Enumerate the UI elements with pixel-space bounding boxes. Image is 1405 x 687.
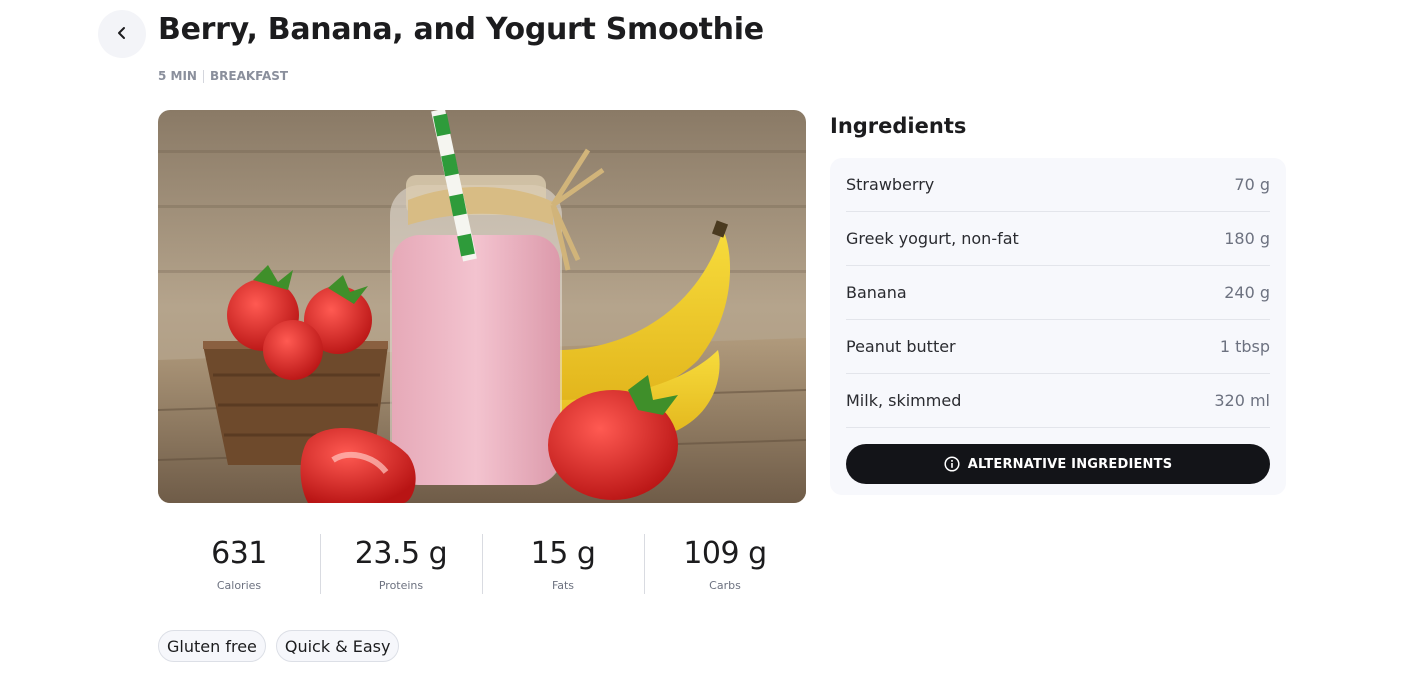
- stat-label: Proteins: [378, 579, 424, 592]
- stat-value: 109 g: [683, 536, 767, 571]
- stat-label: Carbs: [709, 579, 741, 592]
- recipe-meta: 5 MIN BREAKFAST: [158, 68, 288, 84]
- alternative-ingredients-button[interactable]: ALTERNATIVE INGREDIENTS: [846, 444, 1270, 484]
- chevron-left-icon: [115, 25, 129, 44]
- stat-value: 23.5 g: [354, 536, 448, 571]
- recipe-photo: [158, 110, 806, 503]
- prep-time: 5 MIN: [158, 69, 197, 83]
- stat-fats: 15 g Fats: [482, 534, 644, 596]
- tag-list: Gluten free Quick & Easy: [158, 630, 400, 662]
- ingredient-quantity: 1 tbsp: [1219, 337, 1270, 356]
- tag-gluten-free[interactable]: Gluten free: [158, 630, 266, 662]
- ingredient-row: Peanut butter 1 tbsp: [846, 320, 1270, 374]
- stat-proteins: 23.5 g Proteins: [320, 534, 482, 596]
- ingredient-name: Strawberry: [846, 175, 935, 194]
- ingredient-quantity: 320 ml: [1214, 391, 1270, 410]
- ingredient-name: Peanut butter: [846, 337, 956, 356]
- stat-value: 631: [211, 536, 267, 571]
- ingredients-heading: Ingredients: [830, 114, 967, 138]
- nutrition-summary: 631 Calories 23.5 g Proteins 15 g Fats 1…: [158, 534, 806, 596]
- page-title: Berry, Banana, and Yogurt Smoothie: [158, 12, 764, 47]
- ingredients-card: Strawberry 70 g Greek yogurt, non-fat 18…: [830, 158, 1286, 495]
- ingredient-row: Greek yogurt, non-fat 180 g: [846, 212, 1270, 266]
- ingredient-quantity: 240 g: [1224, 283, 1270, 302]
- alternative-ingredients-label: ALTERNATIVE INGREDIENTS: [967, 456, 1173, 472]
- stat-calories: 631 Calories: [158, 534, 320, 596]
- ingredient-quantity: 70 g: [1234, 175, 1270, 194]
- tag-quick-easy[interactable]: Quick & Easy: [275, 630, 400, 662]
- stat-carbs: 109 g Carbs: [644, 534, 806, 596]
- meal-category: BREAKFAST: [209, 69, 289, 83]
- ingredient-row: Milk, skimmed 320 ml: [846, 374, 1270, 428]
- ingredient-row: Banana 240 g: [846, 266, 1270, 320]
- ingredient-name: Greek yogurt, non-fat: [846, 229, 1019, 248]
- stat-label: Fats: [551, 579, 575, 592]
- stat-label: Calories: [216, 579, 262, 592]
- recipe-page: Berry, Banana, and Yogurt Smoothie 5 MIN…: [0, 0, 1405, 687]
- back-button[interactable]: [98, 10, 146, 58]
- meta-divider: [202, 69, 204, 83]
- info-icon: [944, 456, 960, 472]
- stat-value: 15 g: [530, 536, 596, 571]
- ingredient-quantity: 180 g: [1224, 229, 1270, 248]
- ingredient-name: Milk, skimmed: [846, 391, 962, 410]
- ingredient-name: Banana: [846, 283, 907, 302]
- ingredient-row: Strawberry 70 g: [846, 158, 1270, 212]
